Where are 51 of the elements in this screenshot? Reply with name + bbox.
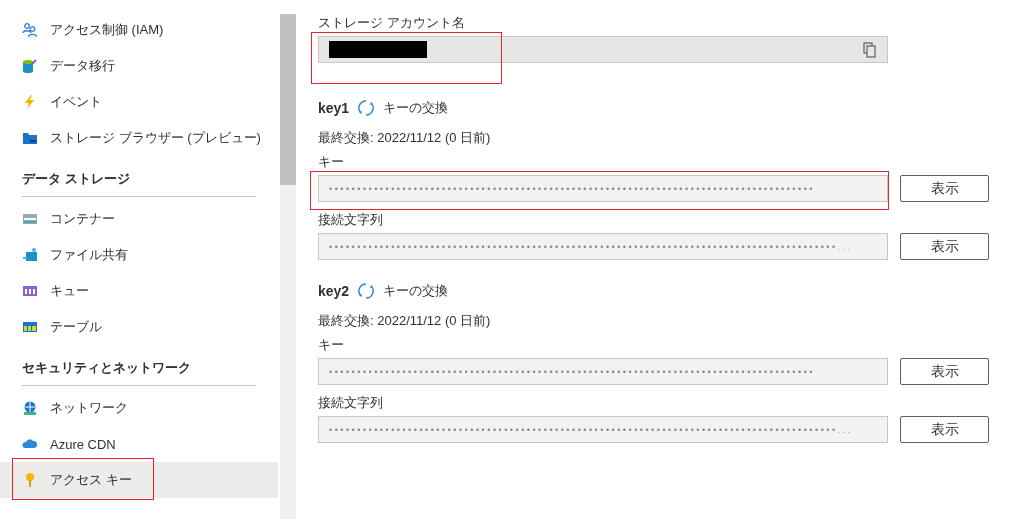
sidebar-item[interactable]: アクセス制御 (IAM) [0,12,278,48]
copy-icon[interactable] [863,41,877,58]
globe-icon [22,400,38,416]
sidebar-item[interactable]: データ移行 [0,48,278,84]
rotate-key-link[interactable]: キーの交換 [383,282,449,300]
folder-icon [22,130,38,146]
sidebar-item-label: ファイル共有 [50,246,128,264]
sidebar-item-label: ストレージ ブラウザー (プレビュー) [50,129,261,147]
sidebar-item-label: コンテナー [50,210,115,228]
bucket-icon [22,58,38,74]
refresh-icon[interactable] [357,282,376,300]
sidebar-item-label: イベント [50,93,102,111]
sidebar-item-label: ネットワーク [50,399,128,417]
sidebar-item-label: Azure CDN [50,436,116,452]
field-label: 接続文字列 [318,211,384,229]
sidebar-item[interactable]: キュー [0,273,278,309]
account-name-field[interactable] [318,36,888,63]
last-rotated-text: 最終交換: 2022/11/12 (0 日前) [318,312,492,330]
sidebar-item-label: テーブル [50,318,102,336]
field-label: キー [318,336,345,354]
field-label: キー [318,153,345,171]
people-icon [22,22,38,38]
sidebar-item[interactable]: Azure CDN [0,426,278,462]
queue-icon [22,283,38,299]
rotate-key-link[interactable]: キーの交換 [383,99,449,117]
sidebar-item[interactable]: ネットワーク [0,390,278,426]
show-button[interactable]: 表示 [900,175,989,202]
show-button[interactable]: 表示 [900,358,989,385]
table-icon [22,319,38,335]
field-label: 接続文字列 [318,394,384,412]
file-share-icon [22,247,38,263]
section-heading: セキュリティとネットワーク [21,359,192,377]
section-heading: データ ストレージ [21,170,131,188]
last-rotated-text: 最終交換: 2022/11/12 (0 日前) [318,129,492,147]
sidebar-item-label: アクセス制御 (IAM) [50,21,164,39]
sidebar-item-label: データ移行 [50,57,115,75]
key-name: key1 [318,100,350,116]
refresh-icon[interactable] [357,99,376,117]
sidebar-item[interactable]: ファイル共有 [0,237,278,273]
sidebar-item[interactable]: コンテナー [0,201,278,237]
sidebar-item[interactable]: イベント [0,84,278,120]
scrollbar[interactable] [280,14,296,519]
show-button[interactable]: 表示 [900,416,989,443]
sidebar-item-label: アクセス キー [50,471,132,489]
key-name: key2 [318,283,350,299]
show-button[interactable]: 表示 [900,233,989,260]
sidebar-item[interactable]: ストレージ ブラウザー (プレビュー) [0,120,278,156]
sidebar-item-label: キュー [50,282,89,300]
container-icon [22,211,38,227]
sidebar-item[interactable]: テーブル [0,309,278,345]
field-label: ストレージ アカウント名 [318,14,466,32]
